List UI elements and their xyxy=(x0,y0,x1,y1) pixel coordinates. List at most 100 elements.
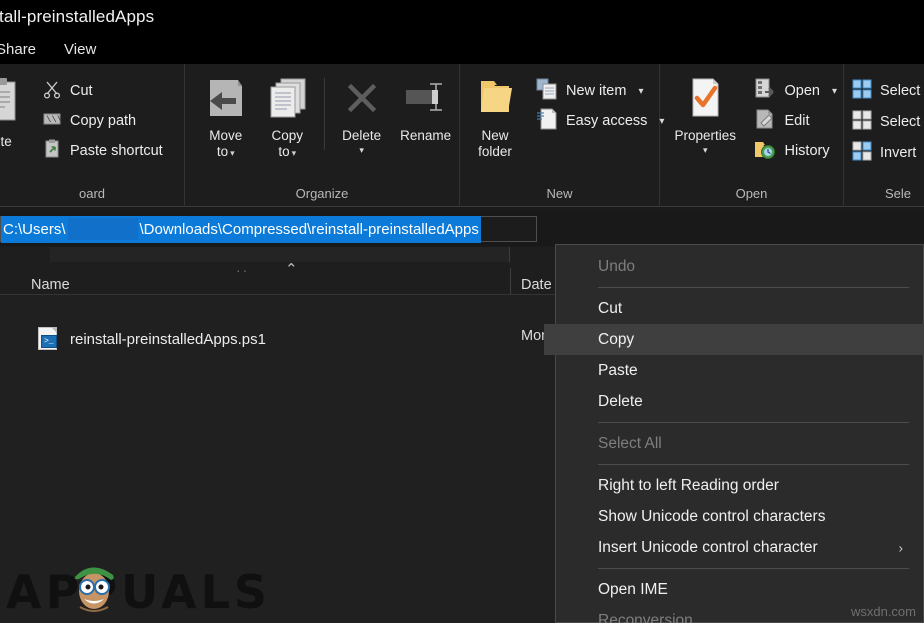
history-button-label: History xyxy=(784,143,830,159)
rename-icon xyxy=(400,76,452,125)
new-item-button-label: New item xyxy=(566,83,627,99)
select-all-button-label: Select xyxy=(880,83,921,99)
paste-shortcut-button-label: Paste shortcut xyxy=(70,143,163,159)
menu-item-show-unicode-control-characters[interactable]: Show Unicode control characters xyxy=(556,501,923,532)
history-button[interactable]: History xyxy=(748,138,843,164)
column-header-sort-strip[interactable] xyxy=(50,247,510,262)
copy-to-button[interactable]: Copy to ▾ xyxy=(257,72,319,161)
svg-text:\\\: \\\ xyxy=(46,115,62,125)
properties-button[interactable]: Properties ▾ xyxy=(670,72,740,155)
paste-button-label: aste xyxy=(0,134,12,149)
easy-access-button[interactable]: Easy access ▾ xyxy=(530,108,670,134)
column-header-name[interactable]: Name xyxy=(31,277,70,293)
copy-path-button[interactable]: \\\ Copy path xyxy=(36,108,169,134)
easy-access-button-label: Easy access xyxy=(566,113,648,129)
address-path-text: C:\Users\ \Downloads\Compressed\reinstall… xyxy=(1,215,481,243)
menu-item-insert-unicode-control-character[interactable]: Insert Unicode control character › xyxy=(556,532,923,563)
new-item-button[interactable]: New item ▾ xyxy=(530,78,670,104)
menu-item-paste[interactable]: Paste xyxy=(556,355,923,386)
window-title: tall-preinstalledApps xyxy=(0,7,155,26)
new-item-caret-icon: ▾ xyxy=(638,85,644,97)
delete-button-caret: ▾ xyxy=(359,145,364,155)
cut-button[interactable]: Cut xyxy=(36,78,169,104)
menu-item-right-to-left-reading-order[interactable]: Right to left Reading order xyxy=(556,470,923,501)
easy-access-icon xyxy=(536,108,558,135)
edit-icon xyxy=(754,108,776,135)
menu-item-open-ime[interactable]: Open IME xyxy=(556,574,923,605)
menu-item-cut[interactable]: Cut xyxy=(556,293,923,324)
new-item-icon xyxy=(536,78,558,105)
ribbon-group-label-clipboard: oard xyxy=(78,186,106,201)
invert-selection-button-label: Invert xyxy=(880,145,917,161)
tab-view[interactable]: View xyxy=(50,34,110,64)
column-header-date[interactable]: Date xyxy=(521,277,552,293)
ribbon-divider xyxy=(324,78,325,150)
ribbon-group-label-select: Sele xyxy=(884,186,912,201)
ribbon-group-open: Properties ▾ Open ▾ Edit History Open xyxy=(660,64,844,207)
copy-path-icon: \\\ xyxy=(42,109,62,134)
select-none-button[interactable]: Select xyxy=(850,109,922,135)
ribbon-group-clipboard: aste xyxy=(0,64,185,207)
cut-button-label: Cut xyxy=(70,83,93,99)
properties-icon xyxy=(683,76,727,125)
invert-selection-icon xyxy=(852,141,872,166)
new-folder-button[interactable]: New folder xyxy=(472,72,518,160)
properties-button-label: Properties xyxy=(674,128,736,143)
ribbon-group-label-new: New xyxy=(546,186,573,201)
delete-icon xyxy=(340,76,384,125)
menu-separator xyxy=(598,568,909,569)
menu-item-select-all: Select All xyxy=(598,434,662,452)
new-folder-button-label2: folder xyxy=(478,144,512,159)
paste-shortcut-icon xyxy=(42,139,62,164)
open-caret-icon: ▾ xyxy=(831,85,837,97)
open-button-label: Open xyxy=(784,83,820,99)
ribbon-group-label-open: Open xyxy=(735,186,768,201)
history-icon xyxy=(754,138,776,165)
copy-to-button-label: Copy xyxy=(271,128,303,143)
title-bar: tall-preinstalledApps xyxy=(0,0,924,34)
copy-to-icon xyxy=(263,76,311,125)
menu-item-copy[interactable]: Copy xyxy=(544,324,924,355)
ribbon-group-organize: Move to ▾ Copy to ▾ Delete ▾ Rename Orga… xyxy=(185,64,460,207)
select-all-icon xyxy=(852,79,872,104)
sort-dots-icon: ·· xyxy=(236,262,250,278)
move-to-button[interactable]: Move to ▾ xyxy=(195,72,257,161)
ribbon: aste xyxy=(0,64,924,207)
column-separator[interactable] xyxy=(510,268,511,294)
scissors-icon xyxy=(42,79,62,104)
menu-separator xyxy=(598,287,909,288)
menu-item-undo: Undo xyxy=(598,257,636,275)
table-row[interactable]: >_ reinstall-preinstalledApps.ps1 xyxy=(0,322,560,356)
tab-share[interactable]: Share xyxy=(0,34,50,64)
edit-button[interactable]: Edit xyxy=(748,108,843,134)
select-none-button-label: Select xyxy=(880,114,921,130)
redacted-username xyxy=(67,217,138,240)
menu-item-delete[interactable]: Delete xyxy=(556,386,923,417)
context-menu: Undo Cut Copy Paste Delete Select All Ri… xyxy=(544,244,924,623)
open-icon xyxy=(754,78,776,105)
invert-selection-button[interactable]: Invert xyxy=(850,140,922,166)
open-button[interactable]: Open ▾ xyxy=(748,78,843,104)
chevron-right-icon: › xyxy=(898,540,903,555)
move-to-button-label: Move xyxy=(209,128,243,143)
file-explorer-window: tall-preinstalledApps Share View te Cut … xyxy=(0,0,924,623)
ribbon-tab-bar: Share View xyxy=(0,34,924,64)
menu-separator xyxy=(598,464,909,465)
paste-button[interactable]: aste xyxy=(0,72,22,150)
new-folder-icon xyxy=(472,76,518,125)
properties-button-caret: ▾ xyxy=(702,145,708,155)
address-input[interactable]: C:\Users\ \Downloads\Compressed\reinstall… xyxy=(0,215,537,243)
copy-to-button-label2: to ▾ xyxy=(278,144,297,159)
file-name: reinstall-preinstalledApps.ps1 xyxy=(70,330,266,348)
powershell-script-icon: >_ xyxy=(38,327,60,351)
address-path-suffix: \Downloads\Compressed\reinstall-preinsta… xyxy=(139,220,479,238)
ribbon-group-label-organize: Organize xyxy=(295,186,349,201)
edit-button-label: Edit xyxy=(784,113,810,129)
rename-button[interactable]: Rename xyxy=(392,72,459,144)
menu-separator xyxy=(598,422,909,423)
select-all-button[interactable]: Select xyxy=(850,78,922,104)
clipboard-icon xyxy=(0,76,21,131)
sort-ascending-icon[interactable]: ⌃ xyxy=(285,260,298,278)
delete-button[interactable]: Delete ▾ xyxy=(331,72,393,155)
paste-shortcut-button[interactable]: Paste shortcut xyxy=(36,138,169,164)
